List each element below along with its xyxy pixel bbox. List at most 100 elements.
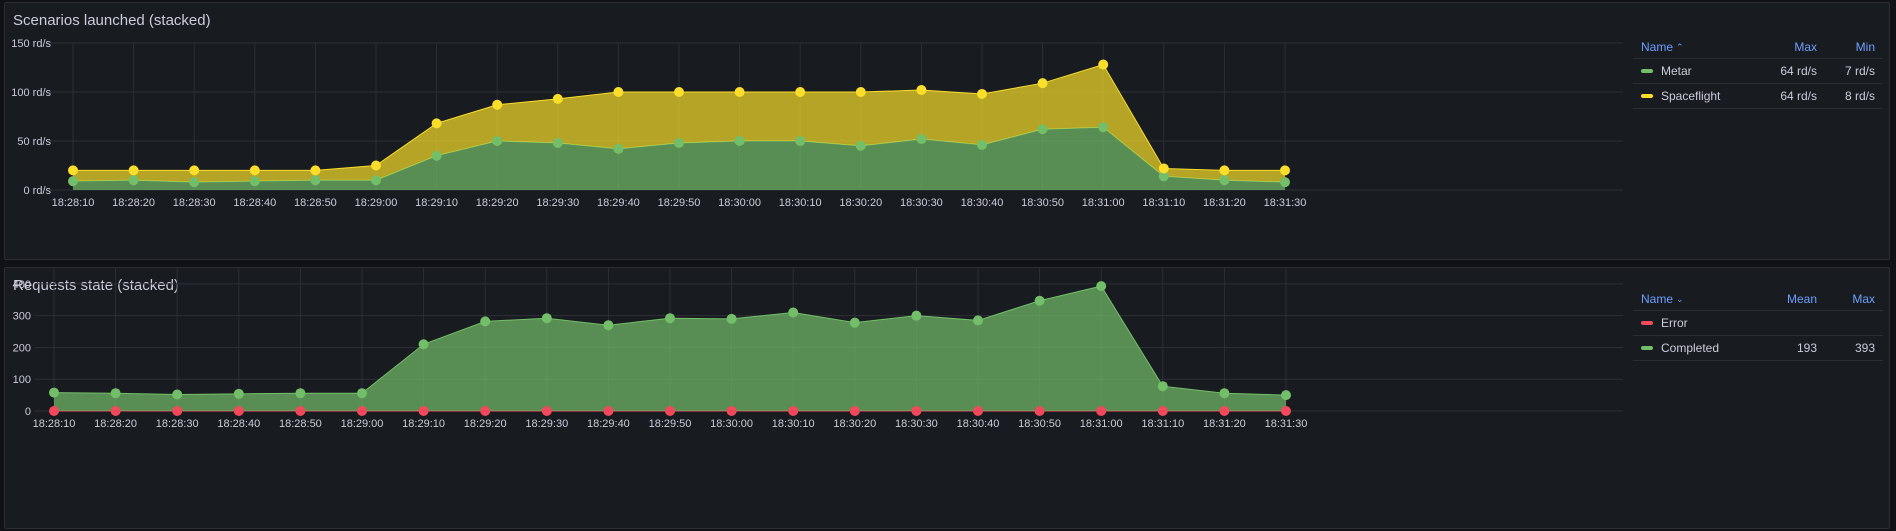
data-point-error[interactable] <box>418 406 429 416</box>
data-point-spaceflight[interactable] <box>916 85 927 96</box>
x-tick-label: 18:29:50 <box>658 197 701 209</box>
data-point-completed[interactable] <box>110 388 121 399</box>
data-point-spaceflight[interactable] <box>371 160 381 171</box>
x-tick-label: 18:30:10 <box>772 418 815 430</box>
data-point-spaceflight[interactable] <box>613 87 624 97</box>
data-point-completed[interactable] <box>849 317 860 328</box>
data-point-metar[interactable] <box>795 136 806 146</box>
legend-row-completed[interactable]: Completed 193 393 <box>1633 336 1883 361</box>
data-point-spaceflight[interactable] <box>68 165 78 176</box>
legend-row-spaceflight[interactable]: Spaceflight 64 rd/s 8 rd/s <box>1633 84 1883 109</box>
data-point-metar[interactable] <box>249 176 260 187</box>
data-point-completed[interactable] <box>1281 390 1291 401</box>
data-point-completed[interactable] <box>1219 388 1230 399</box>
data-point-error[interactable] <box>541 406 552 416</box>
data-point-completed[interactable] <box>1157 381 1168 392</box>
x-tick-label: 18:30:50 <box>1021 197 1064 209</box>
data-point-completed[interactable] <box>973 315 983 326</box>
data-point-metar[interactable] <box>1098 122 1109 133</box>
data-point-metar[interactable] <box>128 175 139 186</box>
data-point-error[interactable] <box>1219 406 1230 416</box>
data-point-error[interactable] <box>110 406 121 416</box>
data-point-spaceflight[interactable] <box>855 87 866 97</box>
data-point-spaceflight[interactable] <box>1037 78 1048 89</box>
legend-col-name: Name <box>1641 292 1674 306</box>
data-point-completed[interactable] <box>295 388 306 399</box>
data-point-completed[interactable] <box>49 387 59 398</box>
data-point-completed[interactable] <box>1096 281 1107 292</box>
data-point-metar[interactable] <box>310 175 321 186</box>
data-point-error[interactable] <box>480 406 491 416</box>
data-point-metar[interactable] <box>1280 177 1290 188</box>
data-point-spaceflight[interactable] <box>189 165 200 176</box>
data-point-spaceflight[interactable] <box>1098 59 1109 70</box>
data-point-completed[interactable] <box>603 320 614 331</box>
data-point-error[interactable] <box>1281 406 1291 416</box>
legend-col-max[interactable]: Max <box>1755 40 1817 54</box>
data-point-error[interactable] <box>49 406 59 416</box>
data-point-completed[interactable] <box>480 316 491 327</box>
data-point-completed[interactable] <box>665 313 675 324</box>
data-point-metar[interactable] <box>68 176 78 187</box>
data-point-metar[interactable] <box>189 177 200 188</box>
data-point-completed[interactable] <box>1034 295 1045 306</box>
data-point-error[interactable] <box>849 406 860 416</box>
data-point-error[interactable] <box>295 406 306 416</box>
data-point-metar[interactable] <box>552 137 563 148</box>
data-point-error[interactable] <box>233 406 244 416</box>
x-tick-label: 18:29:20 <box>476 197 519 209</box>
legend-col-max[interactable]: Max <box>1817 292 1883 306</box>
data-point-metar[interactable] <box>977 139 987 150</box>
data-point-spaceflight[interactable] <box>310 165 321 176</box>
data-point-completed[interactable] <box>541 313 552 324</box>
data-point-completed[interactable] <box>418 339 429 350</box>
data-point-completed[interactable] <box>726 313 737 324</box>
data-point-error[interactable] <box>973 406 983 416</box>
data-point-completed[interactable] <box>788 307 799 318</box>
data-point-metar[interactable] <box>613 143 624 154</box>
x-tick-label: 18:28:20 <box>94 418 137 430</box>
data-point-error[interactable] <box>172 406 183 416</box>
data-point-spaceflight[interactable] <box>431 118 442 129</box>
data-point-metar[interactable] <box>855 140 866 151</box>
data-point-error[interactable] <box>911 406 922 416</box>
data-point-error[interactable] <box>788 406 799 416</box>
data-point-metar[interactable] <box>492 136 503 146</box>
data-point-error[interactable] <box>665 406 675 416</box>
legend-row-metar[interactable]: Metar 64 rd/s 7 rd/s <box>1633 59 1883 84</box>
data-point-completed[interactable] <box>911 310 922 321</box>
data-point-error[interactable] <box>1096 406 1107 416</box>
data-point-spaceflight[interactable] <box>977 88 987 99</box>
legend-sort-name-header[interactable]: Name ⌄ <box>1633 292 1755 306</box>
data-point-spaceflight[interactable] <box>552 93 563 104</box>
data-point-completed[interactable] <box>233 388 244 399</box>
legend-sort-name-header[interactable]: Name ⌃ <box>1633 40 1755 54</box>
x-tick-label: 18:29:30 <box>536 197 579 209</box>
data-point-spaceflight[interactable] <box>674 87 684 97</box>
legend-row-error[interactable]: Error <box>1633 311 1883 336</box>
data-point-metar[interactable] <box>674 137 684 148</box>
data-point-completed[interactable] <box>172 389 183 400</box>
data-point-metar[interactable] <box>371 175 381 186</box>
legend-col-mean[interactable]: Mean <box>1755 292 1817 306</box>
data-point-spaceflight[interactable] <box>795 87 806 97</box>
data-point-spaceflight[interactable] <box>1158 163 1169 174</box>
data-point-error[interactable] <box>603 406 614 416</box>
data-point-metar[interactable] <box>1037 124 1048 135</box>
data-point-spaceflight[interactable] <box>734 87 745 97</box>
data-point-metar[interactable] <box>734 136 745 146</box>
data-point-metar[interactable] <box>1219 175 1230 186</box>
data-point-error[interactable] <box>1157 406 1168 416</box>
data-point-metar[interactable] <box>916 134 927 145</box>
data-point-spaceflight[interactable] <box>1280 165 1290 176</box>
data-point-spaceflight[interactable] <box>249 165 260 176</box>
data-point-error[interactable] <box>1034 406 1045 416</box>
data-point-spaceflight[interactable] <box>1219 165 1230 176</box>
data-point-error[interactable] <box>726 406 737 416</box>
data-point-completed[interactable] <box>357 388 367 399</box>
data-point-spaceflight[interactable] <box>492 99 503 110</box>
data-point-error[interactable] <box>357 406 367 416</box>
legend-col-min[interactable]: Min <box>1817 40 1883 54</box>
data-point-metar[interactable] <box>431 150 442 161</box>
data-point-spaceflight[interactable] <box>128 165 139 176</box>
